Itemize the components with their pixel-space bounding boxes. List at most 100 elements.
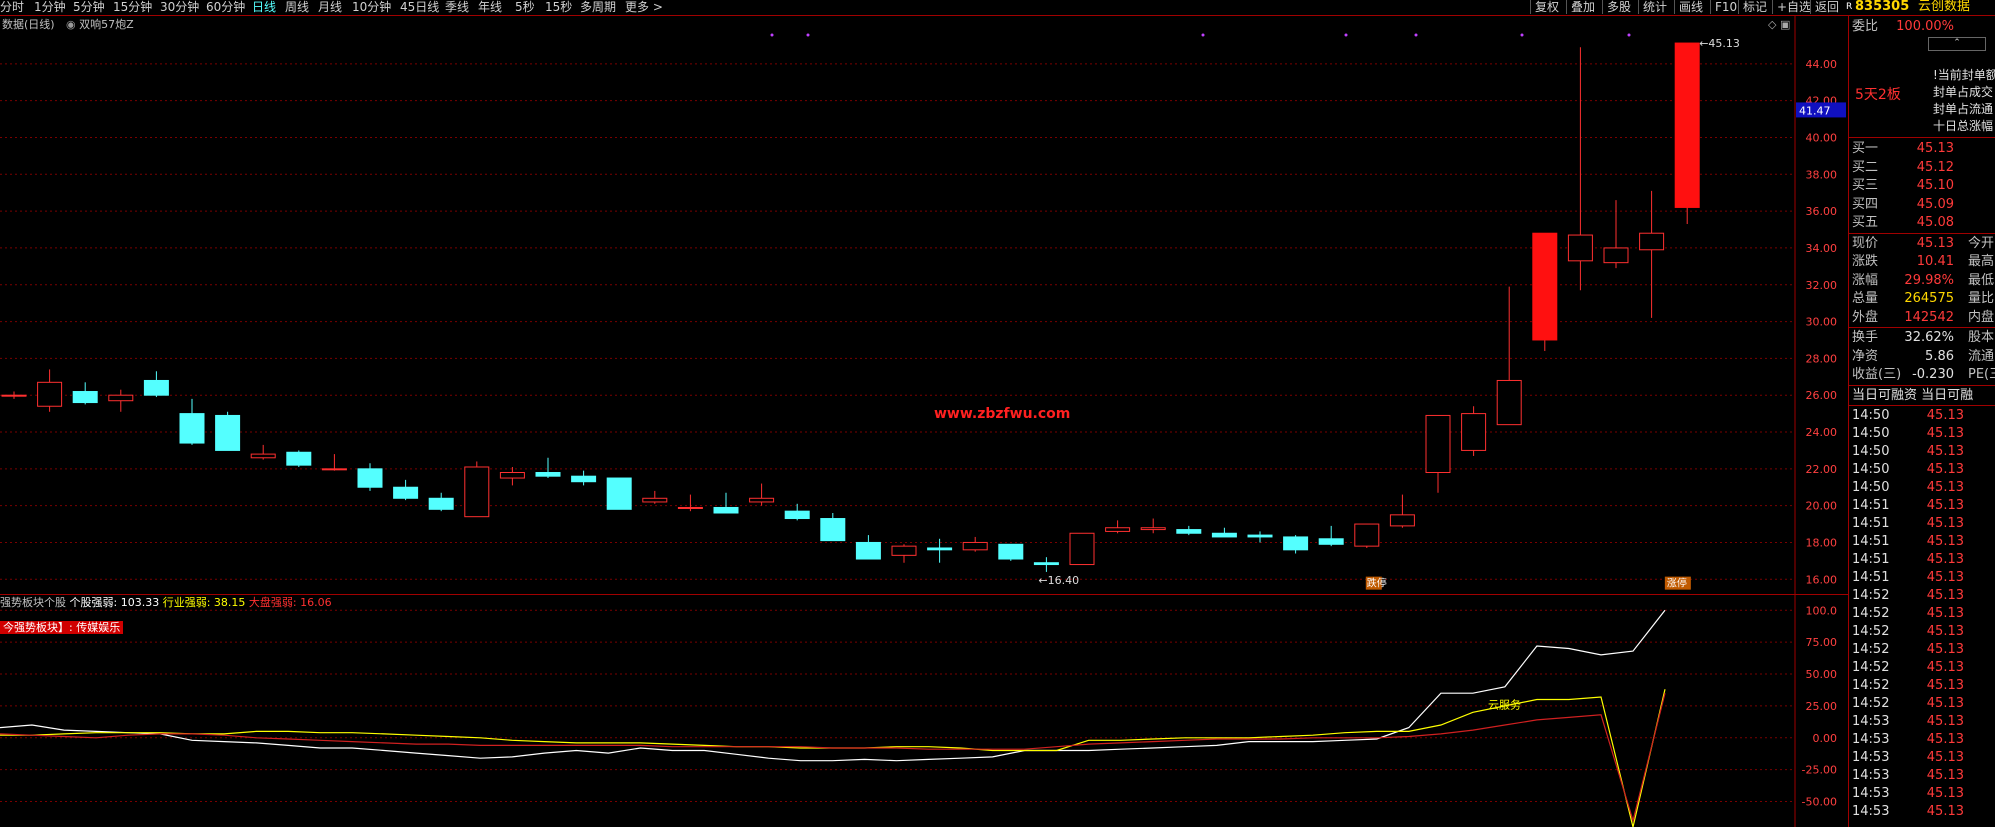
diamond-icon[interactable]: ◇ <box>1768 18 1780 31</box>
candle <box>393 479 419 501</box>
candle <box>1425 414 1451 493</box>
quote-row-1-value: 10.41 <box>1916 254 1954 269</box>
stock-code: 835305 <box>1855 0 1910 14</box>
wei-bi-row-label: 委比 <box>1852 19 1879 34</box>
trade-row: 14:53 45.13 <box>1849 803 1995 820</box>
candle <box>1461 406 1487 456</box>
candle <box>749 483 775 506</box>
tool-button-1[interactable]: 叠加 <box>1566 0 1599 14</box>
candle <box>1033 557 1059 572</box>
sub-chart-title: 强势板块个股 个股强弱: 103.33 行业强弱: 38.15 大盘强弱: 16… <box>0 596 332 609</box>
sub-chart-name: 强势板块个股 <box>0 596 66 609</box>
period-tab-12[interactable]: 年线 <box>478 0 502 14</box>
trade-time: 14:52 <box>1852 677 1890 693</box>
stock-name: 云创数据 <box>1918 0 1971 14</box>
trade-price: 45.13 <box>1926 695 1964 711</box>
price-tick-label: 28.00 <box>1806 352 1838 365</box>
price-tick-label: 32.00 <box>1806 279 1838 292</box>
collapse-chevron-icon[interactable]: ⌃ <box>1928 37 1986 51</box>
stat-row-2-value: -0.230 <box>1912 367 1954 382</box>
candle <box>677 494 703 512</box>
period-tab-10[interactable]: 45日线 <box>400 0 439 14</box>
stat-row-1-extra: 流通 <box>1968 348 1995 364</box>
price-tick-label: 30.00 <box>1806 316 1838 329</box>
candle <box>143 371 169 398</box>
candle-body <box>1389 514 1415 527</box>
candle-body <box>642 497 668 503</box>
candle-body <box>286 451 312 466</box>
bid-row-5-value: 45.08 <box>1916 215 1954 230</box>
candle <box>1567 47 1593 291</box>
tag-label-2: 跌停 <box>1367 577 1387 590</box>
tool-button-8[interactable]: 返回 <box>1810 0 1843 14</box>
tool-button-6[interactable]: 标记 <box>1738 0 1771 14</box>
period-tab-1[interactable]: 1分钟 <box>34 0 66 14</box>
period-tab-14[interactable]: 15秒 <box>545 0 572 14</box>
period-tab-13[interactable]: 5秒 <box>515 0 535 14</box>
panel-divider <box>1849 232 1995 234</box>
trade-time: 14:52 <box>1852 641 1890 657</box>
period-tab-5[interactable]: 60分钟 <box>206 0 245 14</box>
window-icon[interactable]: ▣ <box>1780 18 1790 31</box>
tool-button-5[interactable]: F10 <box>1710 0 1741 14</box>
candle <box>1603 200 1629 269</box>
period-tab-8[interactable]: 月线 <box>318 0 342 14</box>
board-count-label: 5天2板 <box>1855 87 1901 103</box>
period-tab-9[interactable]: 10分钟 <box>352 0 391 14</box>
period-tab-11[interactable]: 季线 <box>445 0 469 14</box>
chart-controls[interactable]: ◇ ▣ <box>1768 18 1790 31</box>
candle-body <box>927 547 953 551</box>
indicator-selector[interactable]: ◉ 双响57炮Z <box>66 18 134 31</box>
trade-time: 14:53 <box>1852 749 1890 765</box>
tool-button-4[interactable]: 画线 <box>1674 0 1707 14</box>
candle-body <box>535 472 561 477</box>
trade-price: 45.13 <box>1926 515 1964 531</box>
price-tick-label: 38.00 <box>1806 168 1838 181</box>
candle-body <box>1176 529 1202 534</box>
trade-time: 14:51 <box>1852 533 1890 549</box>
panel-divider <box>1849 327 1995 328</box>
seal-info-line: 十日总涨幅 <box>1933 119 1994 133</box>
trade-row: 14:50 45.13 <box>1849 443 1995 460</box>
candle <box>891 544 917 563</box>
trade-time: 14:52 <box>1852 695 1890 711</box>
trade-time: 14:51 <box>1852 569 1890 585</box>
candle <box>215 411 241 451</box>
trade-price: 45.13 <box>1926 551 1964 567</box>
bid-row-4: 买四 45.09 <box>1849 196 1995 213</box>
candle <box>1318 525 1344 547</box>
kline-chart-area[interactable]: 44.0042.0040.0038.0036.0034.0032.0030.00… <box>0 16 1848 827</box>
period-tab-4[interactable]: 30分钟 <box>160 0 199 14</box>
price-tick-label: 16.00 <box>1806 573 1838 586</box>
candle-body <box>357 468 383 488</box>
period-tab-15[interactable]: 多周期 <box>580 0 616 14</box>
candle-body <box>713 506 739 514</box>
candle <box>820 513 846 542</box>
quote-row-3-value: 264575 <box>1904 291 1954 306</box>
candle-body <box>37 381 63 407</box>
osc-line-1 <box>0 689 1666 827</box>
period-tab-7[interactable]: 周线 <box>285 0 309 14</box>
trade-price: 45.13 <box>1926 803 1964 819</box>
tool-button-2[interactable]: 多股 <box>1602 0 1635 14</box>
candle-body <box>72 391 98 404</box>
candle-body <box>143 379 169 396</box>
period-tab-6[interactable]: 日线 <box>252 0 276 14</box>
bid-row-1: 买一 45.13 <box>1849 140 1995 157</box>
candle-body <box>1318 538 1344 545</box>
tool-button-0[interactable]: 复权 <box>1530 0 1563 14</box>
period-tab-16[interactable]: 更多 > <box>625 0 663 14</box>
period-tab-3[interactable]: 15分钟 <box>113 0 152 14</box>
quote-row-4: 外盘 142542 内盘 <box>1849 309 1995 326</box>
tool-button-3[interactable]: 统计 <box>1638 0 1671 14</box>
quote-row-0: 现价 45.13 今开 <box>1849 235 1995 252</box>
tool-button-7[interactable]: +自选 <box>1772 0 1815 14</box>
bid-row-2: 买二 45.12 <box>1849 159 1995 176</box>
trade-time: 14:53 <box>1852 785 1890 801</box>
period-tab-2[interactable]: 5分钟 <box>73 0 105 14</box>
candle-body <box>321 468 347 471</box>
period-tab-0[interactable]: 分时 <box>0 0 24 14</box>
trade-row: 14:52 45.13 <box>1849 623 1995 640</box>
candle-body <box>855 541 881 560</box>
trade-price: 45.13 <box>1926 479 1964 495</box>
